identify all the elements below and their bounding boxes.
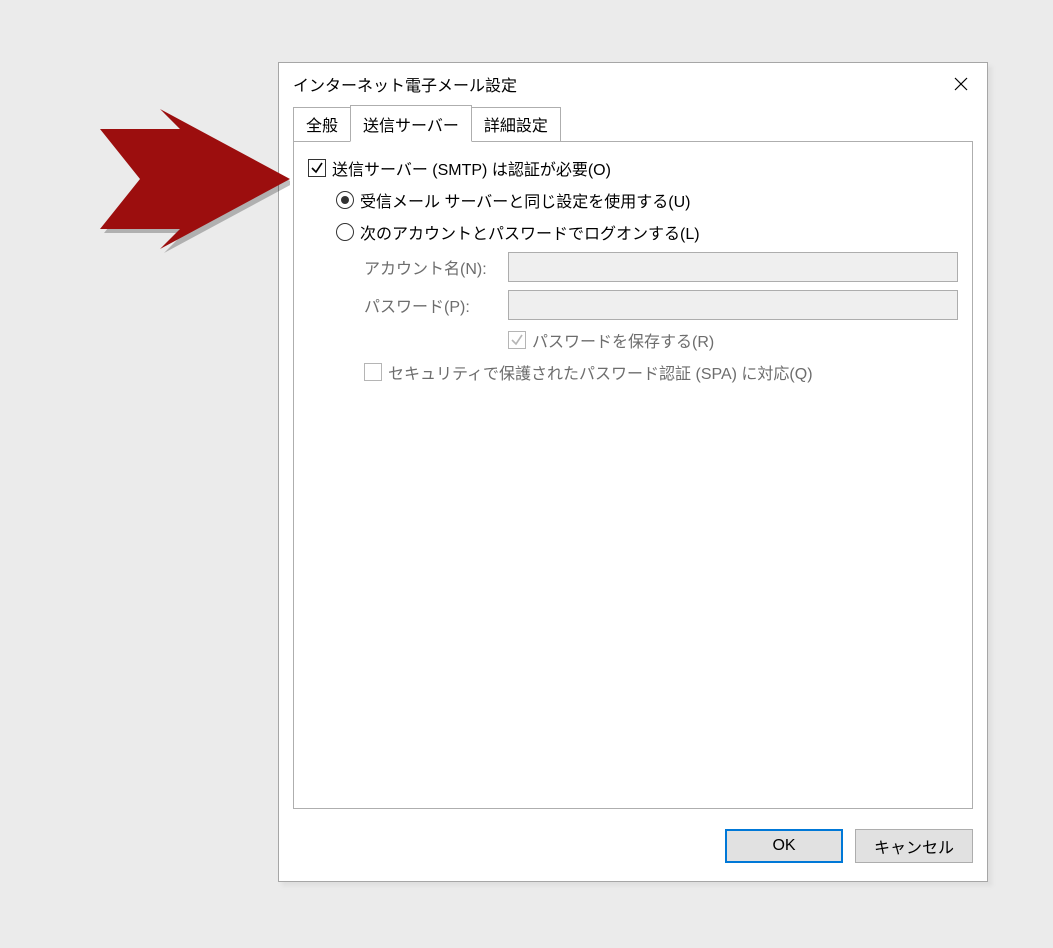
tab-panel-outgoing: 送信サーバー (SMTP) は認証が必要(O) 受信メール サーバーと同じ設定を… — [293, 141, 973, 809]
logon-with-account-radio[interactable] — [336, 223, 354, 241]
tab-outgoing-server[interactable]: 送信サーバー — [350, 105, 472, 142]
logon-with-account-label: 次のアカウントとパスワードでログオンする(L) — [360, 220, 700, 244]
same-as-incoming-radio[interactable] — [336, 191, 354, 209]
account-name-input — [508, 252, 958, 282]
remember-password-row: パスワードを保存する(R) — [308, 328, 958, 352]
check-icon — [510, 333, 524, 347]
same-as-incoming-label: 受信メール サーバーと同じ設定を使用する(U) — [360, 188, 691, 212]
password-label: パスワード(P): — [364, 293, 508, 317]
dialog-buttons: OK キャンセル — [279, 823, 987, 881]
annotation-arrow-icon — [90, 104, 290, 264]
close-icon — [954, 77, 968, 91]
smtp-auth-label: 送信サーバー (SMTP) は認証が必要(O) — [332, 156, 611, 180]
spa-row: セキュリティで保護されたパスワード認証 (SPA) に対応(Q) — [308, 360, 958, 384]
account-name-row: アカウント名(N): — [308, 252, 958, 282]
smtp-auth-checkbox[interactable] — [308, 159, 326, 177]
logon-with-account-row: 次のアカウントとパスワードでログオンする(L) — [308, 220, 958, 244]
radio-dot-icon — [341, 196, 349, 204]
password-row: パスワード(P): — [308, 290, 958, 320]
ok-button[interactable]: OK — [725, 829, 843, 863]
remember-password-checkbox — [508, 331, 526, 349]
remember-password-label: パスワードを保存する(R) — [532, 328, 714, 352]
close-button[interactable] — [935, 63, 987, 105]
smtp-auth-row: 送信サーバー (SMTP) は認証が必要(O) — [308, 156, 958, 180]
dialog-title: インターネット電子メール設定 — [293, 72, 935, 96]
email-settings-dialog: インターネット電子メール設定 全般 送信サーバー 詳細設定 送信サーバー (SM… — [278, 62, 988, 882]
titlebar: インターネット電子メール設定 — [279, 63, 987, 105]
tab-strip: 全般 送信サーバー 詳細設定 — [293, 107, 973, 142]
spa-label: セキュリティで保護されたパスワード認証 (SPA) に対応(Q) — [388, 360, 813, 384]
cancel-button[interactable]: キャンセル — [855, 829, 973, 863]
tab-advanced[interactable]: 詳細設定 — [471, 107, 561, 142]
same-as-incoming-row: 受信メール サーバーと同じ設定を使用する(U) — [308, 188, 958, 212]
spa-checkbox — [364, 363, 382, 381]
tab-general[interactable]: 全般 — [293, 107, 351, 142]
account-name-label: アカウント名(N): — [364, 255, 508, 279]
password-input — [508, 290, 958, 320]
check-icon — [310, 161, 324, 175]
